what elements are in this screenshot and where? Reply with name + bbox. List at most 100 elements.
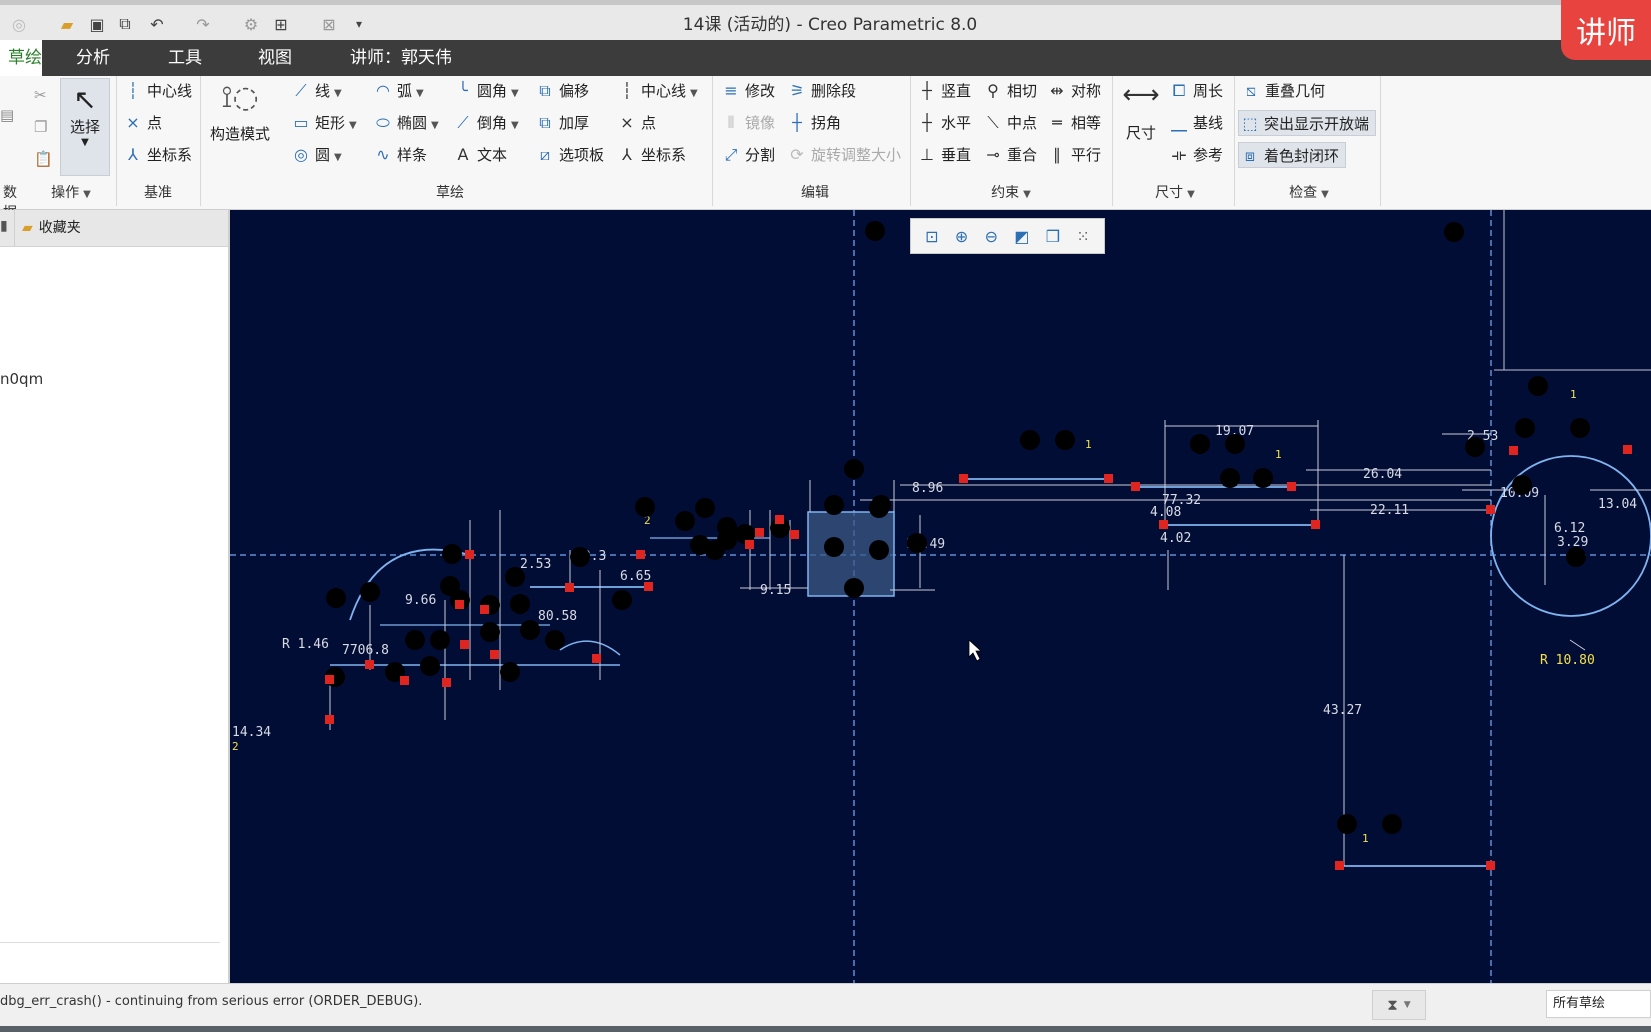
text-button[interactable]: A 文本 xyxy=(452,142,508,168)
reference-icon: ⟛ xyxy=(1171,145,1187,164)
perpendicular-icon: ⊥ xyxy=(920,145,934,164)
constraint-label: 1 xyxy=(1275,448,1282,461)
dimension-value: 43.27 xyxy=(1323,703,1362,718)
graphics-toolbar: ⊡ ⊕ ⊖ ◩ ❒ ⁙ xyxy=(910,218,1105,254)
find-button[interactable]: ⧗ ▼ xyxy=(1372,990,1426,1020)
thicken-button[interactable]: ⧉ 加厚 xyxy=(534,110,589,136)
dimension-button[interactable]: ⟷ 尺寸 xyxy=(1116,80,1166,176)
symmetric-icon: ⇹ xyxy=(1050,81,1064,100)
coincident-constraint-button[interactable]: ⊸ 重合 xyxy=(982,142,1037,168)
tab-analysis[interactable]: 分析 xyxy=(66,40,120,76)
copy-icon[interactable]: ❐ xyxy=(34,114,47,140)
select-button[interactable]: ↖ 选择 ▼ xyxy=(60,78,110,176)
cut-icon[interactable]: ✂ xyxy=(34,82,47,108)
delete-segment-icon: ⚞ xyxy=(789,81,805,100)
arc-button[interactable]: ◠ 弧 ▼ xyxy=(372,78,424,104)
import-icon[interactable]: ▤ xyxy=(0,102,14,128)
model-tree-panel: ▮ ▰ 收藏夹 n0qm xyxy=(0,210,230,983)
equal-constraint-button[interactable]: ═ 相等 xyxy=(1046,110,1101,136)
circle-button[interactable]: ◎ 圆 ▼ xyxy=(290,142,342,168)
dimension-value: 77.32 xyxy=(1162,493,1201,508)
arc-geometry-small xyxy=(559,640,621,656)
tab-favorites[interactable]: ▰ 收藏夹 xyxy=(22,216,81,240)
datum-point-button[interactable]: × 点 xyxy=(122,110,162,136)
palette-button[interactable]: ⧄ 选项板 xyxy=(534,142,604,168)
tangent-constraint-button[interactable]: ⚲ 相切 xyxy=(982,78,1037,104)
group-label-dimension: 尺寸 ▼ xyxy=(1155,185,1195,201)
dimension-value: 13.04 xyxy=(1598,497,1637,512)
selection-filter-select[interactable]: 所有草绘 xyxy=(1546,990,1651,1018)
perpendicular-constraint-button[interactable]: ⊥ 垂直 xyxy=(916,142,971,168)
mirror-button[interactable]: ⫴ 镜像 xyxy=(720,110,775,136)
shade-closed-loops-button[interactable]: ⧈ 着色封闭环 xyxy=(1238,142,1347,168)
dimension-value: 7706.8 xyxy=(342,643,389,658)
sketcher-display-filter-icon[interactable]: ⁙ xyxy=(1076,227,1089,246)
dimension-value: 26.04 xyxy=(1363,467,1402,482)
corner-button[interactable]: ┼ 拐角 xyxy=(786,110,841,136)
chevron-down-icon: ▼ xyxy=(1403,1000,1411,1010)
display-style-icon[interactable]: ❒ xyxy=(1046,227,1060,246)
zoom-in-icon[interactable]: ⊕ xyxy=(955,227,968,246)
sketch-centerline-button[interactable]: ┆ 中心线 ▼ xyxy=(616,78,698,104)
reference-button[interactable]: ⟛ 参考 xyxy=(1168,142,1223,168)
highlight-open-ends-button[interactable]: ⬚ 突出显示开放端 xyxy=(1238,110,1377,136)
delete-segment-button[interactable]: ⚞ 删除段 xyxy=(786,78,856,104)
horizontal-icon: ┼ xyxy=(922,113,932,132)
coincident-icon: ⊸ xyxy=(986,145,1000,164)
offset-button[interactable]: ⧉ 偏移 xyxy=(534,78,589,104)
window-title: 14课 (活动的) - Creo Parametric 8.0 xyxy=(682,15,978,35)
tab-lecturer[interactable]: 讲师：郭天伟 xyxy=(340,40,462,76)
divide-button[interactable]: ⤢ 分割 xyxy=(720,142,775,168)
overlapping-geometry-button[interactable]: ⧅ 重叠几何 xyxy=(1240,78,1325,104)
repaint-icon[interactable]: ◩ xyxy=(1014,227,1029,246)
construction-mode-button[interactable]: ⟟◌ 构造模式 xyxy=(206,80,274,176)
perimeter-button[interactable]: ⧠ 周长 xyxy=(1168,78,1223,104)
constraint-label: 1 xyxy=(1085,438,1092,451)
palette-icon: ⧄ xyxy=(539,145,551,164)
sketch-csys-button[interactable]: ⅄ 坐标系 xyxy=(616,142,686,168)
sketch-point-button[interactable]: × 点 xyxy=(616,110,656,136)
tab-view[interactable]: 视图 xyxy=(248,40,302,76)
shade-closed-loops-icon: ⧈ xyxy=(1244,146,1256,165)
group-label-inspect: 检查 ▼ xyxy=(1289,185,1329,201)
chamfer-button[interactable]: ⟋ 倒角 ▼ xyxy=(452,110,518,136)
perimeter-icon: ⧠ xyxy=(1172,81,1186,100)
centerline-icon: ┆ xyxy=(622,81,632,100)
binoculars-icon: ⧗ xyxy=(1387,996,1398,1014)
dimension-value: 6.65 xyxy=(620,569,651,584)
tangent-icon: ⚲ xyxy=(987,81,999,100)
tab-tools[interactable]: 工具 xyxy=(158,40,212,76)
parallel-icon: ∥ xyxy=(1053,145,1061,164)
dimension-value: 14.34 xyxy=(232,725,271,740)
tab-model-tree-icon[interactable]: ▮ xyxy=(0,218,8,234)
highlight-open-ends-icon: ⬚ xyxy=(1242,114,1258,133)
sketch-canvas[interactable]: 19.07 26.04 2.53 10.09 13.04 22.11 8.96 … xyxy=(230,210,1651,983)
dimension-value: 6.12 xyxy=(1554,521,1585,536)
ellipse-button[interactable]: ⬭ 椭圆 ▼ xyxy=(372,110,439,136)
midpoint-constraint-button[interactable]: ⟍ 中点 xyxy=(982,110,1037,136)
tab-sketch[interactable]: 草绘 xyxy=(0,40,42,76)
dimension-value: 22.11 xyxy=(1370,503,1409,518)
dimension-lines xyxy=(329,420,1651,866)
zoom-out-icon[interactable]: ⊖ xyxy=(985,227,998,246)
spline-button[interactable]: ∿ 样条 xyxy=(372,142,427,168)
datum-centerline-button[interactable]: ┆ 中心线 xyxy=(122,78,192,104)
modify-button[interactable]: ≡ 修改 xyxy=(720,78,775,104)
paste-icon[interactable]: 📋 xyxy=(34,146,53,172)
ellipse-icon: ⬭ xyxy=(376,113,390,132)
parallel-constraint-button[interactable]: ∥ 平行 xyxy=(1046,142,1101,168)
rotate-resize-button[interactable]: ⟳ 旋转调整大小 xyxy=(786,142,901,168)
chamfer-icon: ⟋ xyxy=(457,113,469,132)
constraint-label: 1 xyxy=(1362,832,1369,845)
horizontal-constraint-button[interactable]: ┼ 水平 xyxy=(916,110,971,136)
vertical-constraint-button[interactable]: ┼ 竖直 xyxy=(916,78,971,104)
datum-csys-button[interactable]: ⅄ 坐标系 xyxy=(122,142,192,168)
rectangle-button[interactable]: ▭ 矩形 ▼ xyxy=(290,110,356,136)
symmetric-constraint-button[interactable]: ⇹ 对称 xyxy=(1046,78,1101,104)
model-tree-item[interactable]: n0qm xyxy=(0,370,43,388)
line-button[interactable]: ⟋ 线 ▼ xyxy=(290,78,341,104)
refit-icon[interactable]: ⊡ xyxy=(925,227,938,246)
baseline-button[interactable]: ⎽ 基线 xyxy=(1168,110,1223,136)
fillet-button[interactable]: ╰ 圆角 ▼ xyxy=(452,78,519,104)
group-label-operations: 操作 ▼ xyxy=(51,185,91,201)
